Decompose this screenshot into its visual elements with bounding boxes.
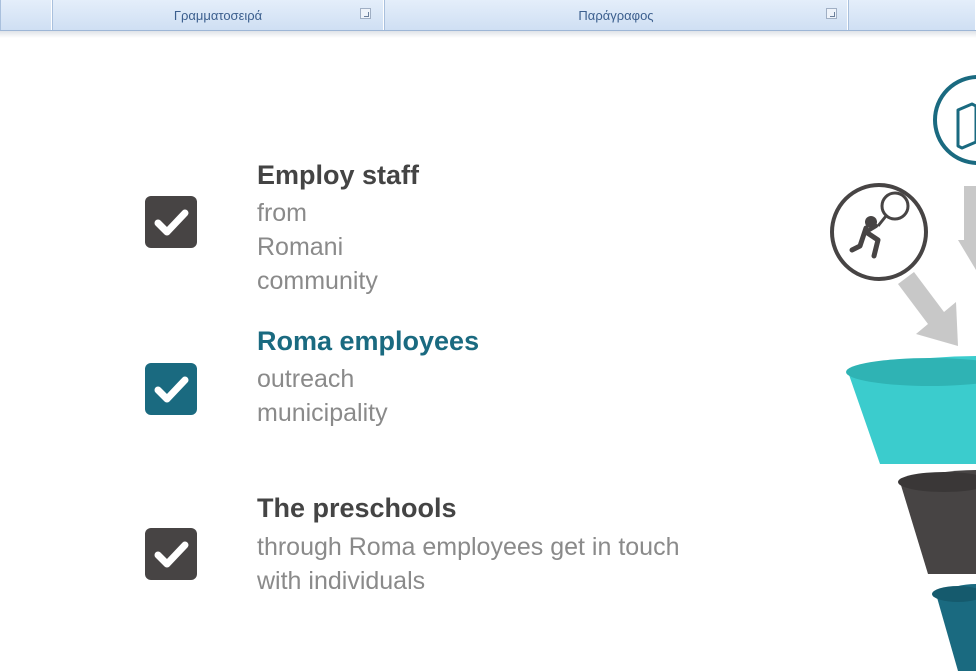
funnel-graphic — [830, 75, 976, 671]
down-arrow-icon — [958, 186, 976, 270]
person-search-icon — [830, 183, 928, 281]
funnel-tier-bottom — [932, 584, 976, 671]
funnel-tier-top — [846, 356, 976, 464]
diagonal-arrow-icon — [898, 272, 958, 346]
book-icon — [933, 75, 976, 165]
funnel-tier-middle — [898, 470, 976, 574]
